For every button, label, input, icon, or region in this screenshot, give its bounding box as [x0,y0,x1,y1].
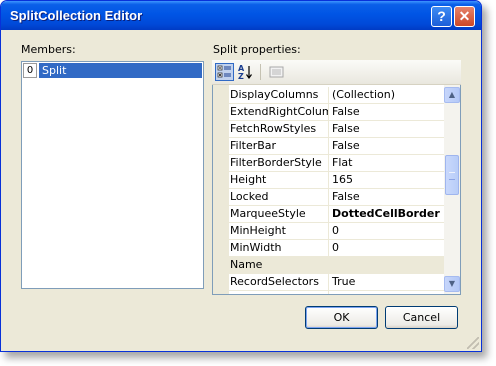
property-row[interactable]: Height 165 [229,172,452,189]
property-name[interactable]: Height [229,172,329,189]
property-value[interactable] [329,291,445,294]
members-label: Members: [21,43,76,56]
property-row[interactable]: ExtendRightColumn False [229,104,452,121]
property-row[interactable]: ScrollAlignment [229,291,452,294]
property-name[interactable]: RecordSelectors [229,274,329,291]
scroll-thumb[interactable] [445,155,459,195]
property-toolbar: A Z [212,60,461,85]
svg-text:Z: Z [238,72,244,81]
property-pages-button[interactable] [267,63,286,81]
alphabetical-button[interactable]: A Z [236,63,255,81]
grid-margin [213,85,229,294]
property-row[interactable]: FetchRowStyles False [229,121,452,138]
properties-label: Split properties: [213,43,301,56]
property-name[interactable]: ExtendRightColumn [229,104,329,121]
property-row[interactable]: FilterBorderStyle Flat [229,155,452,172]
chevron-up-icon: ▲ [448,90,456,99]
property-name[interactable]: Locked [229,189,329,206]
close-button[interactable]: ✕ [454,6,475,27]
property-pages-icon [269,66,284,78]
close-icon: ✕ [458,8,471,24]
property-name[interactable]: MinWidth [229,240,329,257]
property-value[interactable]: True [329,274,445,291]
property-name[interactable]: FilterBorderStyle [229,155,329,172]
property-value[interactable]: False [329,104,445,121]
cancel-button[interactable]: Cancel [385,306,458,329]
property-row[interactable]: Name [229,257,452,274]
categorized-button[interactable] [215,63,234,81]
vertical-scrollbar[interactable]: ▲ ▼ [444,85,460,294]
scroll-up-button[interactable]: ▲ [444,87,460,103]
property-name[interactable]: DisplayColumns [229,87,329,104]
property-grid[interactable]: DisplayColumns (Collection) ExtendRightCol… [212,85,461,295]
chevron-down-icon: ▼ [448,279,456,288]
property-row[interactable]: MarqueeStyle DottedCellBorder [229,206,452,223]
splitcollection-editor-dialog: SplitCollection Editor ? ✕ Members: 0 Sp… [0,0,482,352]
property-row[interactable]: MinHeight 0 [229,223,452,240]
title-bar[interactable]: SplitCollection Editor ? ✕ [1,1,481,30]
property-row[interactable]: Locked False [229,189,452,206]
member-index: 0 [23,63,37,78]
property-value[interactable]: 0 [329,223,445,240]
categorized-icon [217,65,231,78]
property-value[interactable]: Flat [329,155,445,172]
members-list[interactable]: 0 Split [21,61,204,289]
property-value[interactable]: DottedCellBorder [329,206,445,223]
property-value[interactable]: False [329,121,445,138]
property-name[interactable]: ScrollAlignment [229,291,329,294]
member-name[interactable]: Split [39,63,202,78]
alphabetical-icon: A Z [238,64,252,81]
help-icon: ? [437,8,446,24]
ok-button[interactable]: OK [305,306,378,329]
scroll-down-button[interactable]: ▼ [444,276,460,292]
property-value[interactable]: 0 [329,240,445,257]
property-name[interactable]: MinHeight [229,223,329,240]
property-value[interactable]: False [329,138,445,155]
property-row[interactable]: FilterBar False [229,138,452,155]
property-row[interactable]: MinWidth 0 [229,240,452,257]
property-row[interactable]: DisplayColumns (Collection) [229,87,452,104]
list-item[interactable]: 0 Split [23,63,202,78]
property-row[interactable]: RecordSelectors True [229,274,452,291]
window-title: SplitCollection Editor [10,8,143,23]
property-name[interactable]: FetchRowStyles [229,121,329,138]
property-name[interactable]: MarqueeStyle [229,206,329,223]
property-value[interactable]: 165 [329,172,445,189]
property-name[interactable]: FilterBar [229,138,329,155]
help-button[interactable]: ? [431,6,452,27]
resize-grip[interactable] [467,337,479,349]
property-value[interactable]: (Collection) [329,87,445,104]
property-value[interactable]: False [329,189,445,206]
property-name[interactable]: Name [229,257,329,274]
toolbar-separator [260,64,261,80]
property-value[interactable] [329,257,445,274]
grip-icon [449,172,455,180]
